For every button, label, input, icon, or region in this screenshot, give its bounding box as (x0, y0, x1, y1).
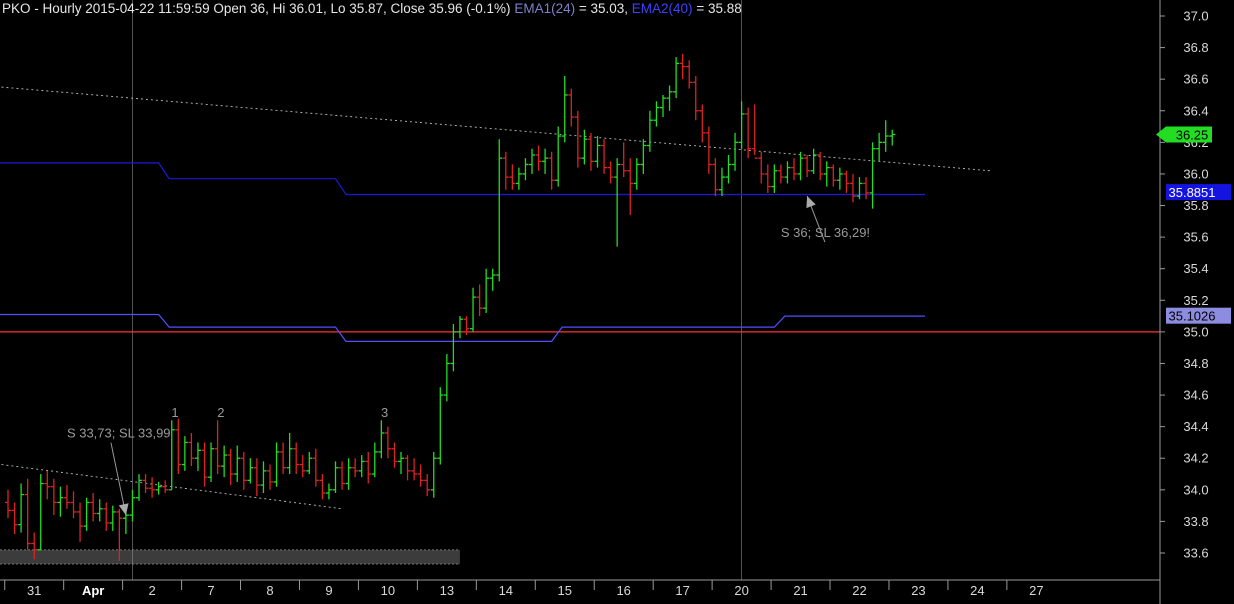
price-tag: 35.1026 (1166, 307, 1231, 324)
ema2-value: = 35.88 (692, 1, 742, 16)
ema1-value: = 35.03, (575, 1, 632, 16)
y-tick-label: 34.6 (1183, 388, 1208, 403)
support-band (0, 549, 460, 565)
price-chart[interactable]: S 33,73; SL 33,99S 36; SL 36,29!1 2 3 37.0… (0, 0, 1234, 604)
ema1-label: EMA1(24) (514, 1, 576, 16)
chart-title-bar: PKO - Hourly 2015-04-22 11:59:59 Open 36… (2, 1, 742, 16)
y-tick-label: 36.8 (1183, 40, 1208, 55)
support-band-layer (0, 549, 460, 565)
x-tick-label: 10 (381, 583, 395, 598)
price-tag-label: 35.1026 (1169, 309, 1216, 324)
x-tick-label: 17 (675, 583, 689, 598)
x-tick-label: 20 (734, 583, 748, 598)
x-tick-label: 24 (970, 583, 984, 598)
price-tag-label: 35.8851 (1169, 185, 1216, 200)
x-tick-label: Apr (82, 583, 104, 598)
x-tick-label: 27 (1029, 583, 1043, 598)
x-tick-label: 22 (852, 583, 866, 598)
y-tick-label: 35.6 (1183, 230, 1208, 245)
price-tag: 35.8851 (1166, 184, 1231, 201)
chart-background (0, 0, 1234, 604)
y-tick-label: 36.0 (1183, 166, 1208, 181)
y-tick-label: 35.8 (1183, 198, 1208, 213)
x-tick-label: 9 (325, 583, 332, 598)
y-tick-label: 36.6 (1183, 72, 1208, 87)
x-tick-label: 16 (616, 583, 630, 598)
x-tick-label: 8 (266, 583, 273, 598)
annotation-text: S 36; SL 36,29! (781, 225, 870, 240)
price-tag-label: 36.25 (1176, 127, 1209, 142)
x-tick-label: 23 (911, 583, 925, 598)
y-tick-label: 33.8 (1183, 514, 1208, 529)
x-tick-label: 15 (558, 583, 572, 598)
x-tick-label: 21 (793, 583, 807, 598)
x-tick-label: 13 (440, 583, 454, 598)
ema2-label: EMA2(40) (631, 1, 693, 16)
y-tick-label: 33.6 (1183, 546, 1208, 561)
y-tick-label: 34.2 (1183, 451, 1208, 466)
annotation-text: S 33,73; SL 33,99 (67, 426, 171, 441)
symbol-info: PKO - Hourly 2015-04-22 11:59:59 Open 36… (2, 1, 511, 16)
x-tick-label: 2 (148, 583, 155, 598)
annotation-text: 2 (217, 405, 224, 420)
x-tick-label: 14 (499, 583, 513, 598)
annotation-text: 3 (381, 405, 388, 420)
y-tick-label: 35.2 (1183, 293, 1208, 308)
y-tick-label: 34.0 (1183, 482, 1208, 497)
annotation-text: 1 (171, 405, 178, 420)
y-tick-label: 37.0 (1183, 9, 1208, 24)
y-tick-label: 35.0 (1183, 324, 1208, 339)
x-tick-label: 7 (207, 583, 214, 598)
y-tick-label: 36.4 (1183, 103, 1208, 118)
x-tick-label: 31 (27, 583, 41, 598)
y-tick-label: 34.4 (1183, 419, 1208, 434)
y-tick-label: 34.8 (1183, 356, 1208, 371)
price-tag: 36.25 (1156, 126, 1212, 143)
y-tick-label: 35.4 (1183, 261, 1208, 276)
